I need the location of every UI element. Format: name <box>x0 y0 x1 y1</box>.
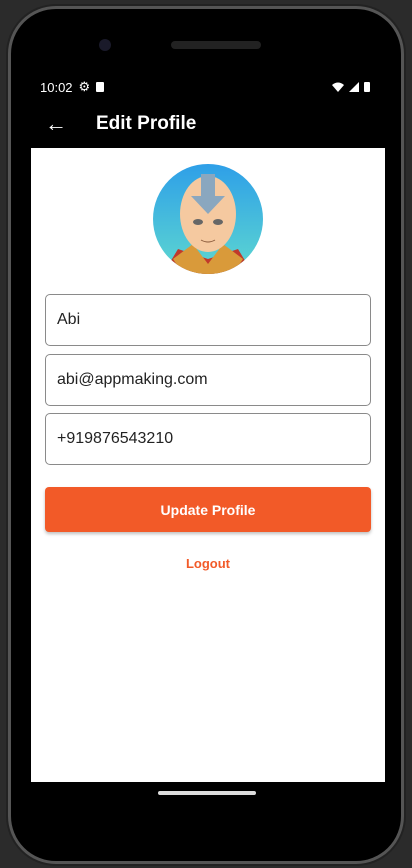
sd-card-icon <box>96 82 105 92</box>
status-time: 10:02 <box>40 79 73 95</box>
update-profile-button[interactable]: Update Profile <box>45 487 371 532</box>
home-indicator[interactable] <box>158 791 256 795</box>
speaker <box>171 41 261 49</box>
status-bar: 10:02 ⚙ <box>40 79 370 95</box>
app-bar: ← Edit Profile <box>31 100 385 148</box>
name-field[interactable] <box>45 294 371 346</box>
edit-profile-screen: Update Profile Logout <box>31 148 385 782</box>
email-field[interactable] <box>45 354 371 406</box>
wifi-icon <box>332 82 344 92</box>
battery-icon <box>364 82 370 92</box>
signal-icon <box>349 82 359 92</box>
logout-link[interactable]: Logout <box>31 556 385 571</box>
phone-field[interactable] <box>45 413 371 465</box>
page-title: Edit Profile <box>96 113 197 134</box>
camera <box>99 39 111 51</box>
settings-icon: ⚙ <box>78 79 91 94</box>
avatar[interactable] <box>153 164 263 274</box>
arrow-back-icon[interactable]: ← <box>31 111 81 137</box>
